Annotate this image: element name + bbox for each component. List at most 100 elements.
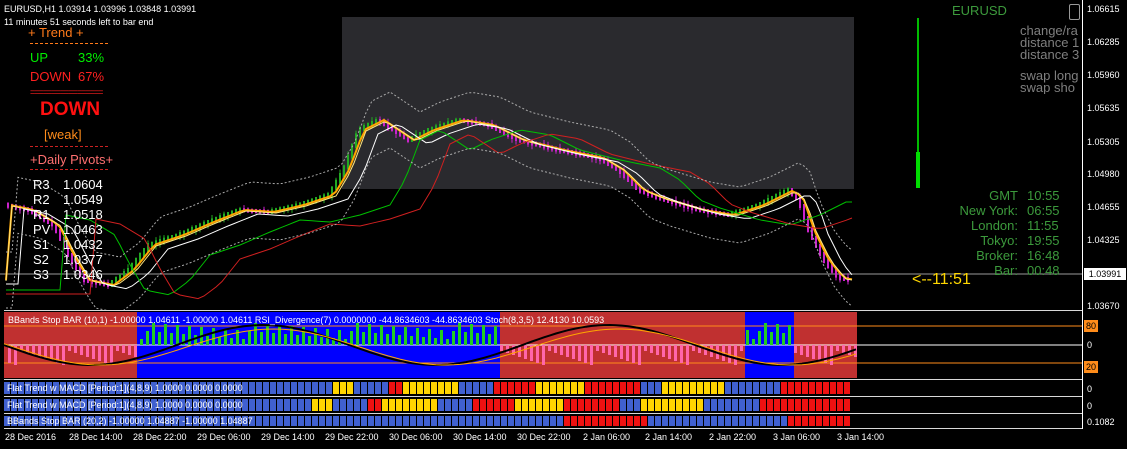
bbands-2-caption: BBands Stop BAR (20,2) -1.00000 1.04887 … xyxy=(7,416,253,426)
pivot-r1-name: R1 xyxy=(33,207,50,222)
pivot-r1-value: 1.0518 xyxy=(63,207,103,222)
price-scale[interactable]: 1.06615 1.06285 1.05960 1.05635 1.05305 … xyxy=(1083,0,1127,429)
clock-time-tokyo: 19:55 xyxy=(1027,233,1060,248)
pivot-s3-value: 1.0346 xyxy=(63,267,103,282)
histogram-bar xyxy=(290,326,293,345)
bbands2-cell xyxy=(669,416,675,426)
bbands2-cell xyxy=(683,416,689,426)
flat-trend-cell xyxy=(340,399,346,411)
flat-trend-cell xyxy=(494,399,500,411)
histogram-bar xyxy=(218,337,221,345)
main-chart[interactable]: EURUSD,H1 1.03914 1.03996 1.03848 1.0399… xyxy=(0,0,1082,310)
flat-trend-cell xyxy=(767,399,773,411)
time-label: 28 Dec 2016 xyxy=(5,432,57,442)
clock-label-london: London: xyxy=(971,218,1018,233)
time-label: 3 Jan 14:00 xyxy=(837,432,885,442)
histogram-bar xyxy=(140,339,143,345)
flat-trend-cell xyxy=(298,382,304,394)
price-label: 1.04655 xyxy=(1087,202,1120,212)
histogram-bar xyxy=(644,345,647,351)
flat-trend-cell xyxy=(417,382,423,394)
bbands2-cell xyxy=(809,416,815,426)
flat-trend-cell xyxy=(655,382,661,394)
histogram-bar xyxy=(356,323,359,345)
flat-trend-cell xyxy=(389,382,395,394)
bbands2-cell xyxy=(487,416,493,426)
bbands2-cell xyxy=(431,416,437,426)
flat-trend-cell xyxy=(613,399,619,411)
bbands2-cell xyxy=(508,416,514,426)
clock-label-broker: Broker: xyxy=(976,248,1018,263)
flat-trend-cell xyxy=(655,399,661,411)
histogram-bar xyxy=(818,345,821,361)
histogram-bar xyxy=(374,333,377,345)
bbands2-cell xyxy=(522,416,528,426)
flat-trend-cell xyxy=(515,382,521,394)
histogram-bar xyxy=(854,345,857,357)
flat-trend-cell xyxy=(606,399,612,411)
bbands2-cell xyxy=(438,416,444,426)
histogram-bar xyxy=(416,328,419,345)
flat-trend-cell xyxy=(438,382,444,394)
bbands2-cell xyxy=(781,416,787,426)
flat-trend-cell xyxy=(277,382,283,394)
flat-trend-cell xyxy=(284,399,290,411)
flat-trend-cell xyxy=(683,399,689,411)
bbands2-cell xyxy=(515,416,521,426)
pivot-pv-value: 1.0463 xyxy=(63,222,103,237)
subwindow-bbands[interactable]: BBands Stop BAR (10,1) -1.00000 1.04611 … xyxy=(4,312,1082,378)
flat-trend-cell xyxy=(501,399,507,411)
histogram-bar xyxy=(746,330,749,345)
histogram-bar xyxy=(626,345,629,361)
flat-trend-cell xyxy=(802,399,808,411)
flat-trend-cell xyxy=(592,382,598,394)
clock-label-gmt: GMT xyxy=(989,188,1018,203)
info-symbol: EURUSD xyxy=(952,3,1007,18)
flat-trend-cell xyxy=(620,399,626,411)
histogram-bar xyxy=(764,323,767,345)
subwindow-flat-trend-2[interactable]: Flat Trend w MACD [Period:1](4,8,9) 1.00… xyxy=(4,398,1082,412)
flat-trend-cell xyxy=(627,382,633,394)
histogram-bar xyxy=(122,345,125,353)
flat-trend-cell xyxy=(340,382,346,394)
histogram-bar xyxy=(614,345,617,357)
flat-trend-cell xyxy=(816,399,822,411)
flat-trend-cell xyxy=(627,399,633,411)
histogram-bar xyxy=(278,325,281,345)
time-label: 29 Dec 22:00 xyxy=(325,432,379,442)
bbands2-cell xyxy=(333,416,339,426)
flat-trend-cell xyxy=(634,382,640,394)
flat-trend-cell xyxy=(487,382,493,394)
histogram-bar xyxy=(350,331,353,345)
flat-trend-cell xyxy=(704,399,710,411)
trend-down-value: 67% xyxy=(78,69,105,84)
price-label: 1.05960 xyxy=(1087,70,1120,80)
scroll-icon[interactable] xyxy=(1069,4,1080,20)
histogram-bar xyxy=(80,345,83,355)
bbands2-cell xyxy=(263,416,269,426)
flat-trend-cell xyxy=(816,382,822,394)
flat-trend-cell xyxy=(578,382,584,394)
histogram-bar xyxy=(146,331,149,345)
flat-trend-cell xyxy=(361,382,367,394)
flat-trend-cell xyxy=(466,399,472,411)
bbands2-cell xyxy=(284,416,290,426)
bbands2-cell xyxy=(375,416,381,426)
subwindow-bbands-2[interactable]: BBands Stop BAR (20,2) -1.00000 1.04887 … xyxy=(4,415,1082,427)
histogram-bar xyxy=(392,326,395,345)
flat-trend-cell xyxy=(669,382,675,394)
subwindow-flat-trend-1[interactable]: Flat Trend w MACD [Period:1](4,8,9) 1.00… xyxy=(4,381,1082,395)
flat-trend-cell xyxy=(249,382,255,394)
bbands2-cell xyxy=(466,416,472,426)
bbands2-cell xyxy=(270,416,276,426)
bbands2-cell xyxy=(767,416,773,426)
histogram-bar xyxy=(536,345,539,363)
histogram-bar xyxy=(128,345,131,355)
bbands2-cell xyxy=(347,416,353,426)
flat-trend-cell xyxy=(760,399,766,411)
flat-trend-cell xyxy=(319,399,325,411)
histogram-bar xyxy=(284,334,287,345)
bbands2-cell xyxy=(711,416,717,426)
clock-time-london: 11:55 xyxy=(1027,218,1059,233)
bbands2-cell xyxy=(816,416,822,426)
